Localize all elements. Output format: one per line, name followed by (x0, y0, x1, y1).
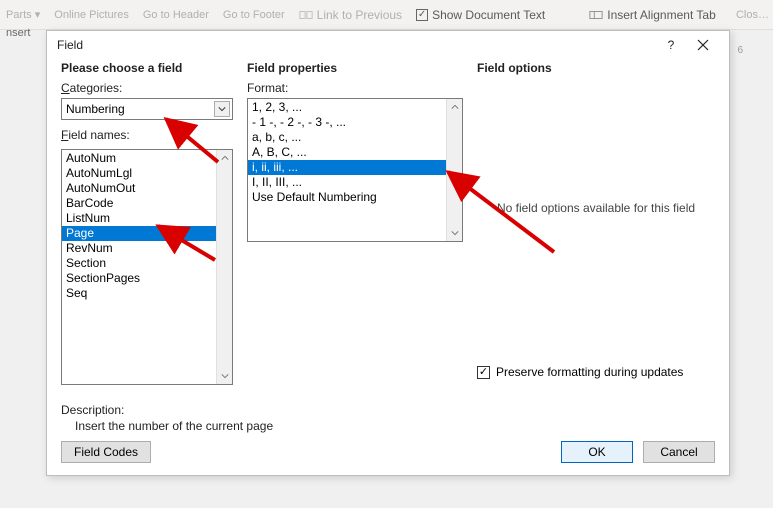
list-item[interactable]: ListNum (62, 211, 232, 226)
field-options-column: Field options No field options available… (477, 59, 715, 397)
preserve-formatting-checkbox[interactable]: ✓ Preserve formatting during updates (477, 365, 715, 379)
list-item[interactable]: 1, 2, 3, ... (248, 100, 462, 115)
categories-combo[interactable]: Numbering (61, 98, 233, 120)
checkmark-icon: ✓ (477, 366, 490, 379)
format-listbox[interactable]: 1, 2, 3, ...- 1 -, - 2 -, - 3 -, ...a, b… (247, 98, 463, 242)
ribbon-show-doc-text[interactable]: ✓ Show Document Text (416, 8, 545, 22)
ribbon-insert-align-tab[interactable]: Insert Alignment Tab (589, 8, 716, 22)
ruler-tick: 6 (737, 45, 743, 56)
preserve-label: Preserve formatting during updates (496, 365, 683, 379)
fieldnames-listbox[interactable]: AutoNumAutoNumLglAutoNumOutBarCodeListNu… (61, 149, 233, 385)
format-label: Format: (247, 81, 463, 95)
scroll-down-icon[interactable] (447, 225, 463, 241)
categories-value: Numbering (66, 102, 125, 116)
list-item[interactable]: RevNum (62, 241, 232, 256)
ribbon-footer: Go to Footer (223, 9, 285, 21)
description-block: Description: Insert the number of the cu… (61, 403, 715, 433)
titlebar: Field ? (47, 31, 729, 59)
cancel-button[interactable]: Cancel (643, 441, 715, 463)
chevron-down-icon[interactable] (214, 101, 230, 117)
checkmark-icon: ✓ (416, 9, 428, 21)
choose-field-column: Please choose a field Categories: Number… (61, 59, 233, 397)
list-item[interactable]: a, b, c, ... (248, 130, 462, 145)
scrollbar[interactable] (446, 99, 462, 241)
field-options-header: Field options (477, 61, 715, 75)
list-item[interactable]: Use Default Numbering (248, 190, 462, 205)
ribbon-group-label: nsert (0, 25, 36, 41)
scroll-up-icon[interactable] (217, 150, 233, 166)
list-item[interactable]: AutoNumLgl (62, 166, 232, 181)
ribbon: Parts ▾ Online Pictures Go to Header Go … (0, 0, 773, 30)
ribbon-close: Clos… (736, 9, 769, 21)
list-item[interactable]: SectionPages (62, 271, 232, 286)
list-item[interactable]: AutoNumOut (62, 181, 232, 196)
list-item[interactable]: AutoNum (62, 151, 232, 166)
ribbon-header: Go to Header (143, 9, 209, 21)
list-item[interactable]: BarCode (62, 196, 232, 211)
list-item[interactable]: I, II, III, ... (248, 175, 462, 190)
field-properties-header: Field properties (247, 61, 463, 75)
list-item[interactable]: A, B, C, ... (248, 145, 462, 160)
field-dialog: Field ? Please choose a field Categories… (46, 30, 730, 476)
scroll-down-icon[interactable] (217, 368, 233, 384)
close-button[interactable] (687, 31, 719, 59)
list-item[interactable]: Page (62, 226, 232, 241)
description-label: Description: (61, 403, 715, 417)
list-item[interactable]: - 1 -, - 2 -, - 3 -, ... (248, 115, 462, 130)
scroll-up-icon[interactable] (447, 99, 463, 115)
categories-label: Categories: (61, 81, 233, 95)
help-button[interactable]: ? (655, 31, 687, 59)
ribbon-pictures: Online Pictures (54, 9, 129, 21)
no-options-message: No field options available for this fiel… (477, 201, 715, 215)
ribbon-link-previous: Link to Previous (299, 8, 402, 22)
field-properties-column: Field properties Format: 1, 2, 3, ...- 1… (247, 59, 463, 397)
field-codes-button[interactable]: Field Codes (61, 441, 151, 463)
scrollbar[interactable] (216, 150, 232, 384)
fieldnames-label: Field names: (61, 128, 233, 142)
ok-button[interactable]: OK (561, 441, 633, 463)
list-item[interactable]: Section (62, 256, 232, 271)
description-text: Insert the number of the current page (61, 419, 715, 433)
list-item[interactable]: i, ii, iii, ... (248, 160, 462, 175)
choose-field-header: Please choose a field (61, 61, 233, 75)
close-icon (697, 39, 709, 51)
dialog-footer: Field Codes OK Cancel (61, 441, 715, 463)
dialog-title: Field (57, 38, 655, 52)
list-item[interactable]: Seq (62, 286, 232, 301)
ribbon-parts: Parts ▾ (6, 8, 40, 21)
